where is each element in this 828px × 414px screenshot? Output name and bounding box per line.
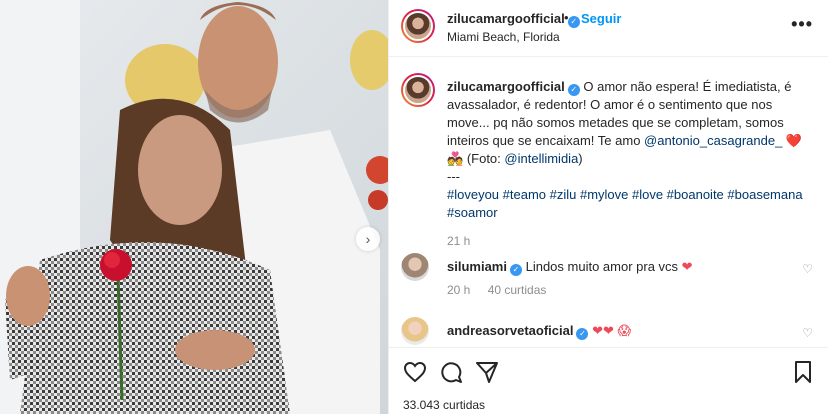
hashtag-links[interactable]: #loveyou #teamo #zilu #mylove #love #boa…: [447, 187, 803, 220]
post-footer: 33.043 curtidas: [389, 347, 828, 414]
caption-username[interactable]: zilucamargoofficial: [447, 79, 565, 94]
post-side-panel: zilucamargoofficial ✓ • Seguir Miami Beac…: [388, 0, 828, 414]
comment-content: silumiami ✓ Lindos muito amor pra vcs ❤: [447, 259, 693, 276]
comment-text: Lindos muito amor pra vcs: [525, 259, 679, 274]
author-avatar[interactable]: [401, 9, 435, 43]
caption-separator: ---: [447, 169, 460, 184]
header-separator: •: [564, 10, 569, 25]
like-heart-icon[interactable]: [403, 360, 427, 384]
comment-like-heart-icon[interactable]: ♡: [802, 326, 813, 340]
comment-emoji: ❤: [681, 259, 693, 274]
verified-icon: ✓: [567, 16, 580, 28]
comment-item: silumiami ✓ Lindos muito amor pra vcs ❤ 2…: [401, 253, 821, 297]
commenter-avatar[interactable]: [401, 253, 429, 281]
share-send-icon[interactable]: [475, 360, 499, 384]
commenter-username[interactable]: silumiami: [447, 259, 507, 274]
save-bookmark-icon[interactable]: [791, 360, 815, 384]
commenter-avatar[interactable]: [401, 317, 429, 345]
couple-photo: [0, 0, 388, 414]
instagram-post: › zilucamargoofficial ✓ • Seguir Miami Be…: [0, 0, 828, 414]
next-photo-button[interactable]: ›: [356, 227, 380, 251]
comment-emoji: ❤❤ 😱: [592, 323, 632, 338]
post-header: zilucamargoofficial ✓ • Seguir Miami Beac…: [389, 0, 828, 57]
caption-author-avatar[interactable]: [401, 73, 435, 107]
comment-like-heart-icon[interactable]: ♡: [802, 262, 813, 276]
mention-link[interactable]: @antonio_casagrande_: [644, 133, 782, 148]
caption-body: zilucamargoofficial ✓ O amor não espera! …: [447, 78, 807, 250]
commenter-verified-icon: ✓: [576, 328, 589, 340]
photo-credit-prefix: (Foto:: [466, 151, 501, 166]
commenter-username[interactable]: andreasorvetaoficial: [447, 323, 573, 338]
credit-mention-link[interactable]: @intellimidia: [504, 151, 578, 166]
follow-button[interactable]: Seguir: [581, 11, 621, 26]
caption-time[interactable]: 21 h: [447, 232, 807, 250]
post-photo[interactable]: ›: [0, 0, 388, 414]
commenter-verified-icon: ✓: [509, 264, 522, 276]
author-username[interactable]: zilucamargoofficial ✓: [447, 11, 580, 28]
post-likes-count[interactable]: 33.043 curtidas: [403, 398, 485, 412]
comment-meta: 20 h 40 curtidas: [447, 283, 546, 297]
more-options-icon[interactable]: •••: [791, 14, 813, 35]
comment-bubble-icon[interactable]: [439, 360, 463, 384]
comment-content: andreasorvetaoficial ✓ ❤❤ 😱: [447, 323, 631, 340]
photo-credit-suffix: ): [578, 151, 583, 166]
post-location[interactable]: Miami Beach, Florida: [447, 30, 560, 44]
comment-time[interactable]: 20 h: [447, 283, 470, 297]
caption-verified-icon: ✓: [567, 84, 580, 96]
author-username-text[interactable]: zilucamargoofficial: [447, 11, 565, 26]
comment-likes[interactable]: 40 curtidas: [488, 283, 547, 297]
